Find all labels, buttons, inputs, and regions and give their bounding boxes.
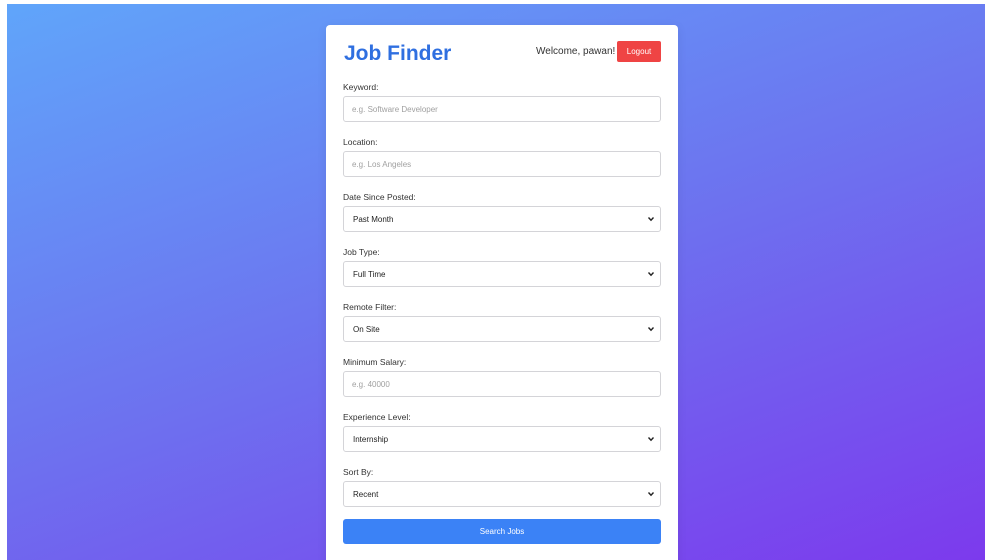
location-input[interactable] <box>344 152 660 176</box>
chevron-down-icon <box>647 492 655 497</box>
sort-by-label: Sort By: <box>343 467 374 477</box>
chevron-down-icon <box>647 272 655 277</box>
sort-by-select[interactable]: Recent <box>343 481 661 507</box>
keyword-label: Keyword: <box>343 82 379 92</box>
remote-filter-select[interactable]: On Site <box>343 316 661 342</box>
job-finder-card: Job Finder Welcome, pawan! Logout Keywor… <box>326 25 678 560</box>
location-label: Location: <box>343 137 378 147</box>
job-type-value: Full Time <box>353 270 386 279</box>
keyword-field <box>343 96 661 122</box>
minimum-salary-input[interactable] <box>344 372 660 396</box>
search-jobs-button[interactable]: Search Jobs <box>343 519 661 544</box>
logout-button[interactable]: Logout <box>617 41 661 62</box>
minimum-salary-field <box>343 371 661 397</box>
page-title: Job Finder <box>344 42 452 65</box>
experience-level-select[interactable]: Internship <box>343 426 661 452</box>
keyword-input[interactable] <box>344 97 660 121</box>
date-since-posted-value: Past Month <box>353 215 394 224</box>
welcome-message: Welcome, pawan! <box>536 46 616 57</box>
remote-filter-label: Remote Filter: <box>343 302 397 312</box>
chevron-down-icon <box>647 327 655 332</box>
job-type-select[interactable]: Full Time <box>343 261 661 287</box>
job-type-label: Job Type: <box>343 247 380 257</box>
remote-filter-value: On Site <box>353 325 380 334</box>
location-field <box>343 151 661 177</box>
chevron-down-icon <box>647 437 655 442</box>
date-since-posted-select[interactable]: Past Month <box>343 206 661 232</box>
date-since-posted-label: Date Since Posted: <box>343 192 416 202</box>
experience-level-label: Experience Level: <box>343 412 411 422</box>
minimum-salary-label: Minimum Salary: <box>343 357 407 367</box>
experience-level-value: Internship <box>353 435 389 444</box>
sort-by-value: Recent <box>353 490 379 499</box>
chevron-down-icon <box>647 217 655 222</box>
